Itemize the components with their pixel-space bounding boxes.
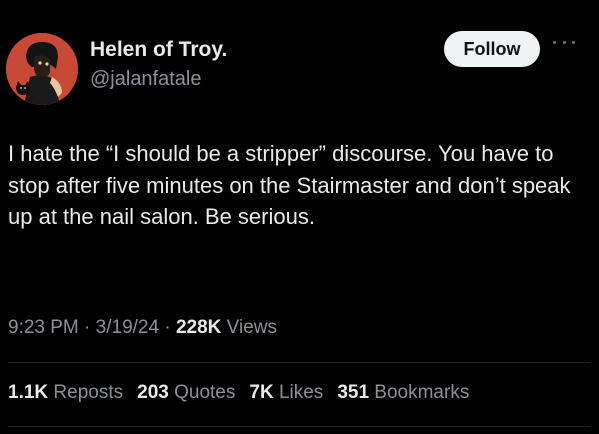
meta-separator: ·	[78, 317, 96, 338]
avatar-illustration	[6, 33, 78, 105]
reposts-stat[interactable]: 1.1K Reposts	[8, 382, 123, 404]
dot	[572, 40, 575, 44]
avatar[interactable]	[6, 33, 78, 105]
engagement-stats: 1.1K Reposts 203 Quotes 7K Likes 351 Boo…	[8, 382, 469, 404]
stat-label: Quotes	[174, 382, 236, 403]
tweet-text: I hate the “I should be a stripper” disc…	[8, 141, 571, 229]
stat-count: 7K	[249, 382, 274, 403]
meta-separator: ·	[159, 317, 176, 338]
quotes-stat[interactable]: 203 Quotes	[137, 382, 235, 404]
user-handle[interactable]: @jalanfatale	[90, 68, 201, 91]
views-count: 228K	[175, 317, 222, 338]
more-horizontal-icon[interactable]	[553, 36, 575, 48]
tweet-meta: 9:23 PM · 3/19/24 · 228K Views	[8, 317, 277, 339]
divider	[8, 362, 591, 363]
divider	[8, 426, 591, 427]
stat-count: 1.1K	[8, 382, 49, 403]
follow-button[interactable]: Follow	[444, 31, 540, 67]
bookmarks-stat[interactable]: 351 Bookmarks	[337, 382, 469, 404]
stat-label: Reposts	[53, 382, 124, 403]
dot	[562, 40, 566, 44]
tweet-card: Helen of Troy. @jalanfatale Follow I hat…	[0, 0, 599, 434]
tweet-date[interactable]: 3/19/24	[96, 317, 159, 338]
views-label: Views	[221, 317, 277, 338]
stat-label: Bookmarks	[374, 382, 470, 403]
stat-count: 351	[337, 382, 370, 403]
display-name[interactable]: Helen of Troy.	[90, 38, 227, 62]
likes-stat[interactable]: 7K Likes	[249, 382, 323, 404]
tweet-time[interactable]: 9:23 PM	[8, 317, 79, 338]
stat-count: 203	[137, 382, 169, 403]
dot	[553, 40, 556, 44]
stat-label: Likes	[278, 382, 324, 403]
